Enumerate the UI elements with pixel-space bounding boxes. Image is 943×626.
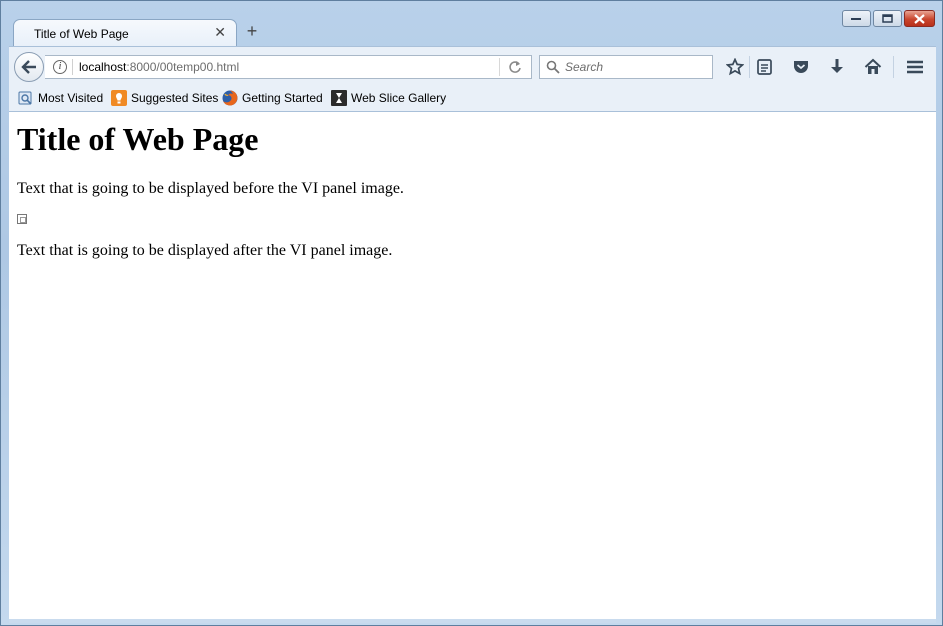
search-icon <box>546 60 560 74</box>
toolbar-divider <box>893 56 894 78</box>
firefox-icon <box>222 90 238 106</box>
page-content: Title of Web Page Text that is going to … <box>9 112 936 619</box>
bookmark-suggested-sites[interactable]: Suggested Sites <box>111 90 218 106</box>
window-bottom-border <box>9 619 936 623</box>
url-divider-right <box>499 58 500 76</box>
most-visited-icon <box>18 91 32 105</box>
menu-icon[interactable] <box>906 58 924 76</box>
bookmark-most-visited[interactable]: Most Visited <box>18 90 103 106</box>
url-path: :8000/00temp00.html <box>126 60 240 74</box>
tab-active[interactable]: Title of Web Page ✕ <box>13 19 237 47</box>
bookmark-web-slice-gallery[interactable]: Web Slice Gallery <box>331 90 446 106</box>
search-bar[interactable]: Search <box>539 55 713 79</box>
bookmark-star-icon[interactable] <box>726 58 744 76</box>
broken-image-icon <box>17 214 27 224</box>
restore-button[interactable] <box>873 10 902 27</box>
pocket-icon[interactable] <box>792 58 810 76</box>
suggested-sites-icon <box>111 90 127 106</box>
url-text[interactable]: localhost:8000/00temp00.html <box>79 60 239 74</box>
home-icon[interactable] <box>864 58 882 76</box>
bookmark-label: Suggested Sites <box>131 91 219 105</box>
browser-window: Title of Web Page ✕ + i localhost:8000/0… <box>0 0 943 626</box>
tab-close-icon[interactable]: ✕ <box>214 25 226 39</box>
web-slice-icon <box>331 90 347 106</box>
close-window-button[interactable] <box>904 10 935 27</box>
url-divider <box>72 59 73 75</box>
minimize-button[interactable] <box>842 10 871 27</box>
text-before-image: Text that is going to be displayed befor… <box>17 180 404 197</box>
text-after-image: Text that is going to be displayed after… <box>17 242 393 259</box>
download-icon[interactable] <box>828 58 846 76</box>
bookmark-label: Web Slice Gallery <box>351 91 447 105</box>
info-icon[interactable]: i <box>53 60 67 74</box>
reload-icon[interactable] <box>508 60 522 74</box>
back-button[interactable] <box>14 52 44 82</box>
bookmark-label: Most Visited <box>38 91 104 105</box>
new-tab-button[interactable]: + <box>244 22 260 40</box>
window-caption-buttons <box>842 10 935 27</box>
url-bar[interactable]: i localhost:8000/00temp00.html <box>45 55 532 79</box>
page-heading: Title of Web Page <box>17 121 259 157</box>
navigation-toolbar: i localhost:8000/00temp00.html Search <box>9 46 936 88</box>
bookmark-getting-started[interactable]: Getting Started <box>222 90 323 106</box>
back-arrow-icon <box>21 60 36 74</box>
toolbar-divider <box>749 56 750 78</box>
restore-icon <box>882 14 893 23</box>
url-host: localhost <box>79 60 127 74</box>
bookmark-label: Getting Started <box>242 91 323 105</box>
tab-title: Title of Web Page <box>34 27 129 41</box>
bookmarks-toolbar: Most Visited Suggested Sites Getting Sta… <box>9 87 936 112</box>
search-placeholder: Search <box>565 60 604 74</box>
close-icon <box>914 13 925 24</box>
minimize-icon <box>851 17 861 20</box>
reading-list-icon[interactable] <box>756 58 774 76</box>
